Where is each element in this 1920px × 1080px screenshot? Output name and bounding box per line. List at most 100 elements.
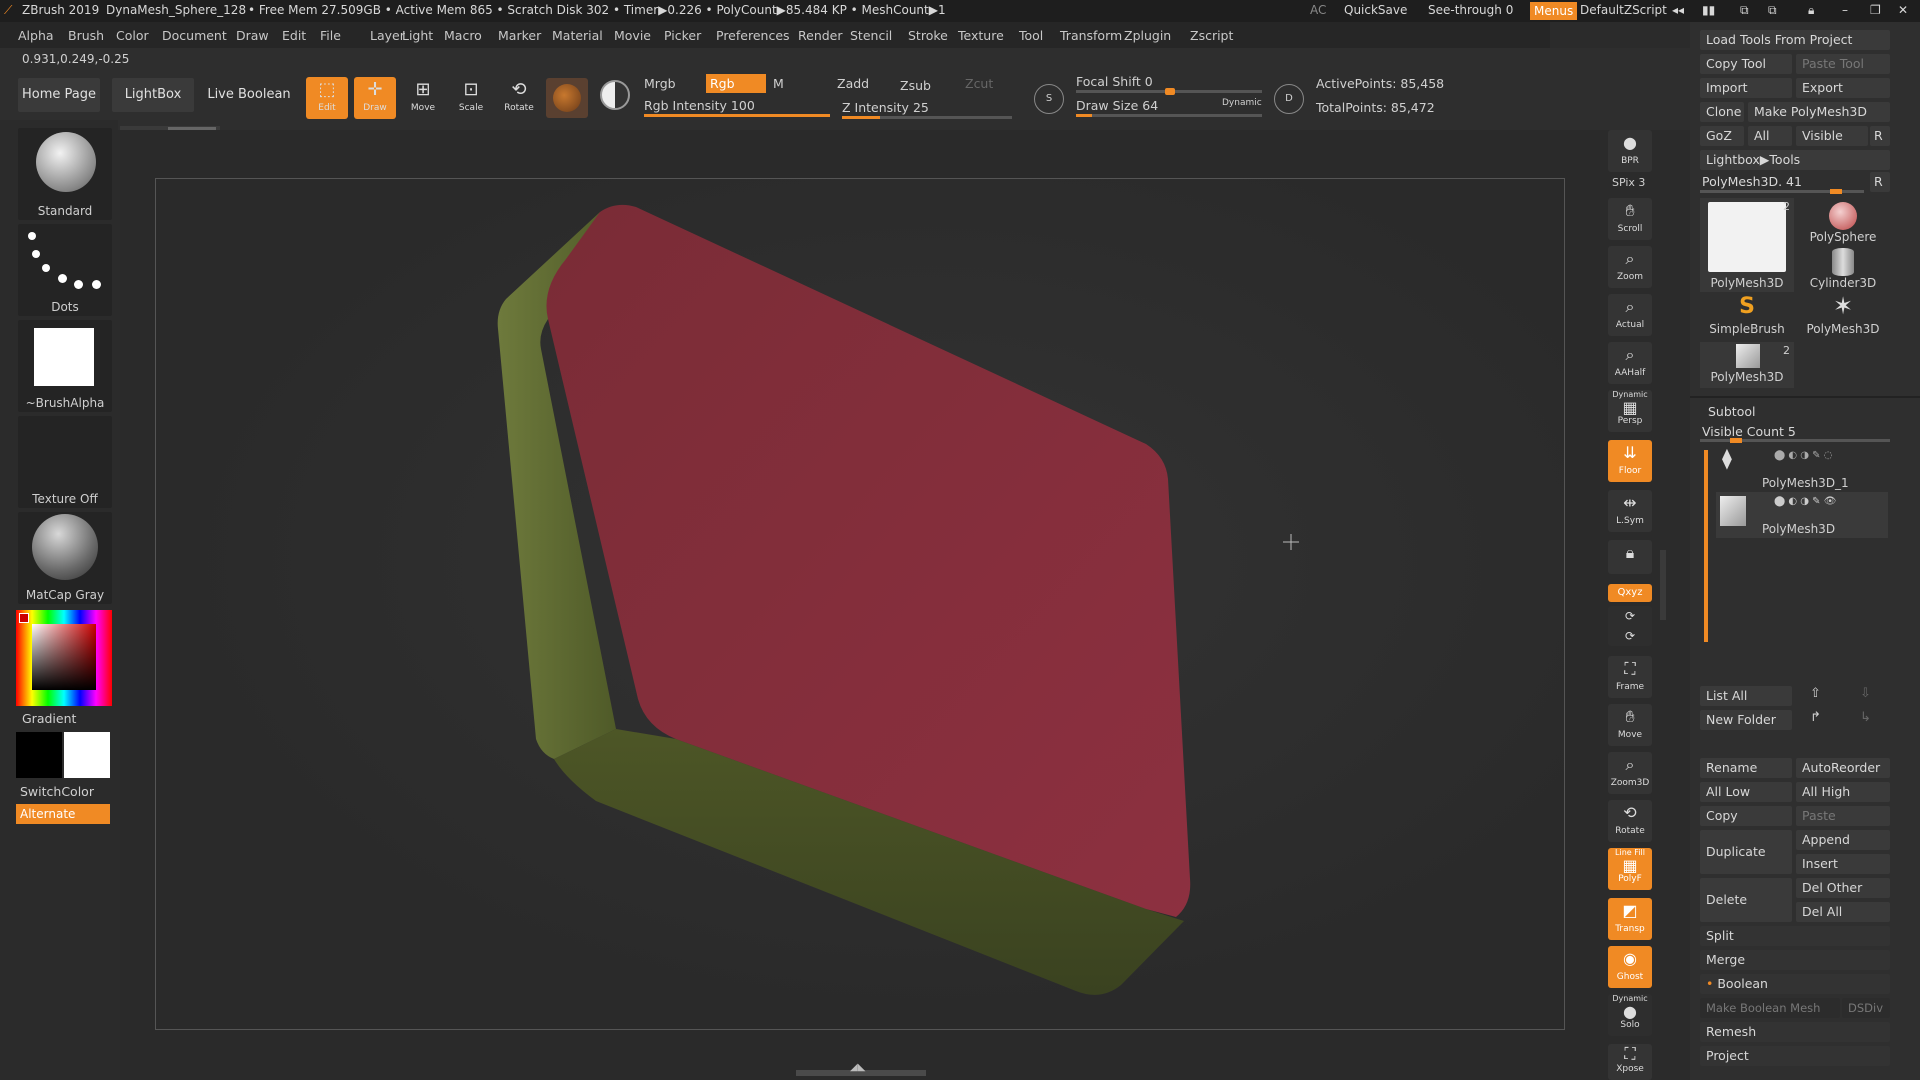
- move-view-button[interactable]: ✋︎ Move: [1608, 704, 1652, 746]
- folder-arrow-icon[interactable]: ↱: [1810, 710, 1821, 725]
- del-other-button[interactable]: Del Other: [1796, 878, 1890, 898]
- visible-count-slider[interactable]: Visible Count 5: [1702, 424, 1796, 439]
- live-boolean-button[interactable]: Live Boolean: [206, 78, 292, 112]
- insert-button[interactable]: Insert: [1796, 854, 1890, 874]
- delete-button[interactable]: Delete: [1700, 878, 1792, 922]
- secondary-color-swatch[interactable]: [16, 732, 62, 778]
- tool-thumb-2[interactable]: PolySphere Cylinder3D: [1796, 198, 1890, 292]
- duplicate-button[interactable]: Duplicate: [1700, 830, 1792, 874]
- menu-light[interactable]: Light: [402, 28, 433, 43]
- standard-brush-tile[interactable]: Standard: [18, 128, 112, 220]
- menus-button[interactable]: Menus: [1530, 2, 1578, 20]
- autoreorder-button[interactable]: AutoReorder: [1796, 758, 1890, 778]
- color-sphere-icon[interactable]: [600, 80, 630, 110]
- focal-shift-slider[interactable]: [1076, 88, 1262, 95]
- menu-edit[interactable]: Edit: [282, 28, 306, 43]
- tool-slider-track[interactable]: [1700, 189, 1864, 194]
- mrgb-button[interactable]: Mrgb: [644, 76, 676, 91]
- panel-icon[interactable]: ◂◂: [1672, 3, 1684, 17]
- zsub-button[interactable]: Zsub: [900, 78, 931, 93]
- right-panel-divider[interactable]: [1660, 550, 1666, 620]
- default-zscript[interactable]: DefaultZScript: [1580, 3, 1667, 17]
- material-swatch[interactable]: [546, 78, 588, 118]
- import-button[interactable]: Import: [1700, 78, 1792, 98]
- spix-slider[interactable]: SPix 3: [1612, 176, 1645, 189]
- color-square[interactable]: [32, 624, 96, 690]
- draw-size-slider[interactable]: [1076, 114, 1262, 117]
- color-picker[interactable]: [16, 610, 112, 706]
- see-through-slider[interactable]: See-through 0: [1428, 3, 1513, 17]
- rgb-intensity-slider[interactable]: [644, 114, 830, 117]
- visible-count-track[interactable]: [1700, 438, 1890, 443]
- menu-brush[interactable]: Brush: [68, 28, 104, 43]
- menu-color[interactable]: Color: [116, 28, 149, 43]
- move-button[interactable]: ⊞ Move: [402, 77, 444, 119]
- edit-button[interactable]: ⬚ Edit: [306, 77, 348, 119]
- del-all-button[interactable]: Del All: [1796, 902, 1890, 922]
- menu-file[interactable]: File: [320, 28, 341, 43]
- menu-preferences[interactable]: Preferences: [716, 28, 790, 43]
- move-up-icon[interactable]: ⇧: [1810, 686, 1821, 701]
- export-button[interactable]: Export: [1796, 78, 1890, 98]
- xyz-rotation-button[interactable]: Qxyz: [1608, 584, 1652, 602]
- rgb-button[interactable]: Rgb: [706, 74, 766, 93]
- home-page-button[interactable]: Home Page: [18, 78, 100, 112]
- dots-stroke-tile[interactable]: Dots: [18, 224, 112, 316]
- all-high-button[interactable]: All High: [1796, 782, 1890, 802]
- switch-color-button[interactable]: SwitchColor: [20, 784, 94, 799]
- load-tools-button[interactable]: Load Tools From Project: [1700, 30, 1890, 50]
- floor-button[interactable]: ⇊ Floor: [1608, 440, 1652, 482]
- rotate-view-button[interactable]: ⟲ Rotate: [1608, 800, 1652, 842]
- menu-draw[interactable]: Draw: [236, 28, 269, 43]
- menu-document[interactable]: Document: [162, 28, 227, 43]
- tool-thumb-6[interactable]: 2 PolyMesh3D: [1700, 342, 1794, 388]
- lazy-mouse-d-icon[interactable]: D: [1274, 84, 1304, 114]
- aahalf-button[interactable]: ⌕ AAHalf: [1608, 342, 1652, 384]
- rename-button[interactable]: Rename: [1700, 758, 1792, 778]
- maximize-icon[interactable]: ❐: [1870, 3, 1881, 17]
- matcap-tile[interactable]: MatCap Gray: [18, 512, 112, 604]
- goz-r-button[interactable]: R: [1870, 126, 1890, 146]
- append-button[interactable]: Append: [1796, 830, 1890, 850]
- zcut-button[interactable]: Zcut: [965, 76, 993, 91]
- m-button[interactable]: M: [773, 76, 784, 91]
- lazy-mouse-s-icon[interactable]: S: [1034, 84, 1064, 114]
- tool-r-button[interactable]: R: [1870, 172, 1890, 192]
- menu-macro[interactable]: Macro: [444, 28, 482, 43]
- zadd-button[interactable]: Zadd: [837, 76, 869, 91]
- tool-thumb-star[interactable]: ✶ PolyMesh3D: [1796, 292, 1890, 340]
- menu-alpha[interactable]: Alpha: [18, 28, 54, 43]
- subtool-1-toggles-icon[interactable]: ⬤ ◐ ◑ ✎ ◌: [1774, 450, 1832, 461]
- xpose-button[interactable]: ⛶ Xpose: [1608, 1044, 1652, 1080]
- move-down-icon[interactable]: ⇩: [1860, 686, 1871, 701]
- menu-picker[interactable]: Picker: [664, 28, 701, 43]
- window2-icon[interactable]: ⧉: [1768, 3, 1777, 18]
- menu-zscript[interactable]: Zscript: [1190, 28, 1233, 43]
- quicksave-button[interactable]: QuickSave: [1344, 3, 1407, 17]
- remesh-section[interactable]: Remesh: [1700, 1022, 1890, 1042]
- gradient-label[interactable]: Gradient: [22, 711, 76, 726]
- copy-button[interactable]: Copy: [1700, 806, 1792, 826]
- copy-tool-button[interactable]: Copy Tool: [1700, 54, 1792, 74]
- lock-camera-button[interactable]: 🔒︎: [1608, 540, 1652, 574]
- frame-button[interactable]: ⛶ Frame: [1608, 656, 1652, 698]
- z-intensity-slider[interactable]: [842, 116, 1012, 119]
- goz-all-button[interactable]: All: [1748, 126, 1792, 146]
- clone-button[interactable]: Clone: [1700, 102, 1744, 122]
- menu-tool[interactable]: Tool: [1019, 28, 1043, 43]
- rotate-button[interactable]: ⟲ Rotate: [498, 77, 540, 119]
- tool-thumb-simplebrush[interactable]: S SimpleBrush: [1700, 294, 1794, 340]
- split-section[interactable]: Split: [1700, 926, 1890, 946]
- make-polymesh-button[interactable]: Make PolyMesh3D: [1748, 102, 1890, 122]
- menu-marker[interactable]: Marker: [498, 28, 541, 43]
- brush-alpha-tile[interactable]: ~BrushAlpha: [18, 320, 112, 412]
- boolean-section[interactable]: • Boolean: [1700, 974, 1890, 994]
- subtool-scrollbar[interactable]: [1704, 450, 1708, 642]
- solo-button[interactable]: Dynamic ● Solo: [1608, 994, 1652, 1036]
- draw-button[interactable]: ✛ Draw: [354, 77, 396, 119]
- lightbox-button[interactable]: LightBox: [112, 78, 194, 112]
- scale-button[interactable]: ⊡ Scale: [450, 77, 492, 119]
- minimize-icon[interactable]: –: [1842, 3, 1848, 17]
- persp-button[interactable]: Dynamic ▦ Persp: [1608, 390, 1652, 432]
- project-section[interactable]: Project: [1700, 1046, 1890, 1066]
